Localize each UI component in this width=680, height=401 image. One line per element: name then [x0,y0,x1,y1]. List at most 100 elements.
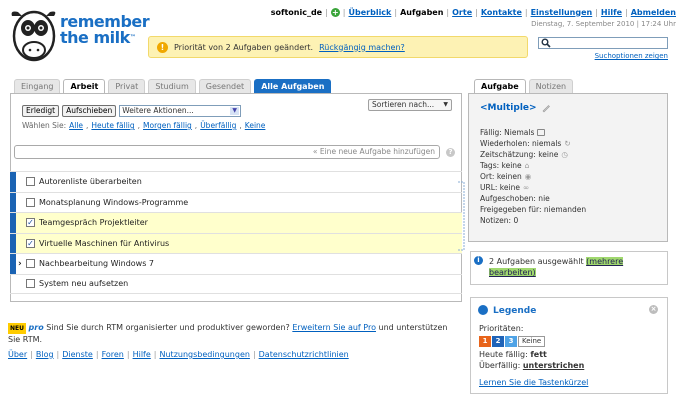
prop-notes: Notizen: 0 [480,216,519,225]
overdue-value: unterstrichen [522,361,585,370]
details-title: <Multiple> [480,103,551,113]
footer-terms[interactable]: Nutzungsbedingungen [160,350,250,359]
task-checkbox[interactable] [26,259,35,269]
sort-button[interactable]: Sortieren nach... ▼ [368,99,452,111]
task-name[interactable]: Teamgespräch Projektleiter [39,218,148,227]
footer-help[interactable]: Hilfe [133,350,151,359]
repeat-icon: ↻ [564,139,571,148]
task-checkbox-checked[interactable]: ✓ [26,218,35,228]
pro-badge: pro [28,323,44,332]
more-actions-label: Weitere Aktionen... [122,106,194,115]
tag-icon: ⌂ [524,161,530,170]
prop-tags[interactable]: Tags: keine [480,160,522,171]
tab-notes[interactable]: Notizen [528,79,574,93]
clock-icon: ◷ [561,150,568,159]
nav-logout[interactable]: Abmelden [631,8,676,17]
select-filter: Wählen Sie: Alle, Heute fällig, Morgen f… [22,121,266,130]
nav-contacts[interactable]: Kontakte [481,8,522,17]
priority-bar [10,192,16,212]
nav-tasks[interactable]: Aufgaben [400,8,443,17]
postpone-button[interactable]: Aufschieben [62,105,117,117]
info-icon: i [474,256,483,265]
calendar-icon [537,129,546,136]
location-icon: ◉ [524,172,532,181]
keyboard-shortcuts-link[interactable]: Lernen Sie die Tastenkürzel [479,378,588,387]
status-message-text: Priorität von 2 Aufgaben geändert. [174,42,314,52]
prop-url[interactable]: URL: keine [480,182,520,193]
task-row[interactable]: Monatsplanung Windows-Programme [10,191,462,212]
task-row-selected[interactable]: ✓ Teamgespräch Projektleiter [10,212,462,233]
select-none[interactable]: Keine [245,121,266,130]
task-checkbox[interactable] [26,279,35,289]
help-icon[interactable]: ? [446,148,455,157]
add-task-input[interactable]: « Eine neue Aufgabe hinzufügen [14,145,440,159]
task-name[interactable]: Autorenliste überarbeiten [39,177,142,186]
task-name[interactable]: Virtuelle Maschinen für Antivirus [39,239,169,248]
due-today-value: fett [530,350,547,359]
prop-location[interactable]: Ort: keinen [480,171,522,182]
selection-info: 2 Aufgaben ausgewählt (mehrere bearbeite… [470,251,668,285]
priorities-label: Prioritäten: [479,324,524,333]
task-toolbar: Erledigt Aufschieben Weitere Aktionen...… [22,105,242,117]
legend-body: Prioritäten: 1 2 3 Keine Heute fällig: f… [479,323,584,371]
tab-sent[interactable]: Gesendet [198,79,252,93]
search-options-link[interactable]: Suchoptionen zeigen [595,52,668,60]
tab-all-tasks[interactable]: Alle Aufgaben [254,79,332,93]
task-checkbox[interactable] [26,177,35,187]
tab-study[interactable]: Studium [148,79,196,93]
task-checkbox-checked[interactable]: ✓ [26,238,35,248]
nav-help[interactable]: Hilfe [601,8,622,17]
footer-blog[interactable]: Blog [36,350,54,359]
logo-tm: ™ [129,34,136,41]
prop-repeat[interactable]: Wiederholen: niemals [480,138,561,149]
priority-bar [10,254,16,274]
overdue-label: Überfällig: [479,361,521,370]
footer-about[interactable]: Über [8,350,27,359]
priority-3-swatch: 3 [505,336,517,347]
nav-settings[interactable]: Einstellungen [531,8,593,17]
tab-task[interactable]: Aufgabe [474,79,526,93]
tab-work[interactable]: Arbeit [63,79,106,93]
close-icon[interactable]: × [649,305,658,314]
promo-text: Sind Sie durch RTM organisierter und pro… [46,323,290,332]
plus-icon[interactable]: + [330,7,340,17]
priority-none-swatch: Keine [518,336,546,347]
pencil-icon[interactable] [541,103,551,113]
task-name[interactable]: System neu aufsetzen [39,279,128,288]
tab-personal[interactable]: Privat [108,79,146,93]
select-overdue[interactable]: Überfällig [200,121,236,130]
priority-2-swatch: 2 [492,336,504,347]
task-name[interactable]: Nachbearbeitung Windows 7 [39,259,154,268]
footer-services[interactable]: Dienste [62,350,93,359]
due-today-label: Heute fällig: [479,350,528,359]
task-row[interactable]: System neu aufsetzen [10,273,462,294]
task-list: Autorenliste überarbeiten Monatsplanung … [10,171,462,294]
task-row[interactable]: Autorenliste überarbeiten [10,171,462,192]
pro-promo: NEU pro Sind Sie durch RTM organisierter… [8,322,448,345]
select-due-today[interactable]: Heute fällig [91,121,134,130]
search-icon [541,38,551,48]
upgrade-pro-link[interactable]: Erweitern Sie auf Pro [292,323,376,332]
prop-due[interactable]: Fällig: Niemals [480,127,534,138]
tab-inbox[interactable]: Eingang [14,79,61,93]
undo-link[interactable]: Rückgängig machen? [319,43,405,52]
task-row[interactable]: › Nachbearbeitung Windows 7 [10,253,462,274]
footer-forums[interactable]: Foren [102,350,124,359]
detail-tabs: Aufgabe Notizen [474,79,574,93]
prop-estimate[interactable]: Zeitschätzung: keine [480,149,558,160]
nav-locations[interactable]: Orte [452,8,472,17]
more-actions-select[interactable]: Weitere Aktionen... ▼ [119,105,242,117]
details-title-text[interactable]: <Multiple> [480,103,537,113]
search-input[interactable] [538,37,668,49]
select-all[interactable]: Alle [69,121,83,130]
task-name[interactable]: Monatsplanung Windows-Programme [39,198,188,207]
link-icon: ∞ [522,183,530,192]
selection-info-text: 2 Aufgaben ausgewählt [489,257,584,266]
task-row-selected[interactable]: ✓ Virtuelle Maschinen für Antivirus [10,232,462,253]
select-due-tomorrow[interactable]: Morgen fällig [143,121,192,130]
footer-privacy[interactable]: Datenschutzrichtlinien [259,350,349,359]
task-checkbox[interactable] [26,197,35,207]
details-properties: Fällig: Niemals Wiederholen: niemals ↻ Ze… [480,127,586,226]
complete-button[interactable]: Erledigt [22,105,60,117]
nav-overview[interactable]: Überblick [349,8,392,17]
